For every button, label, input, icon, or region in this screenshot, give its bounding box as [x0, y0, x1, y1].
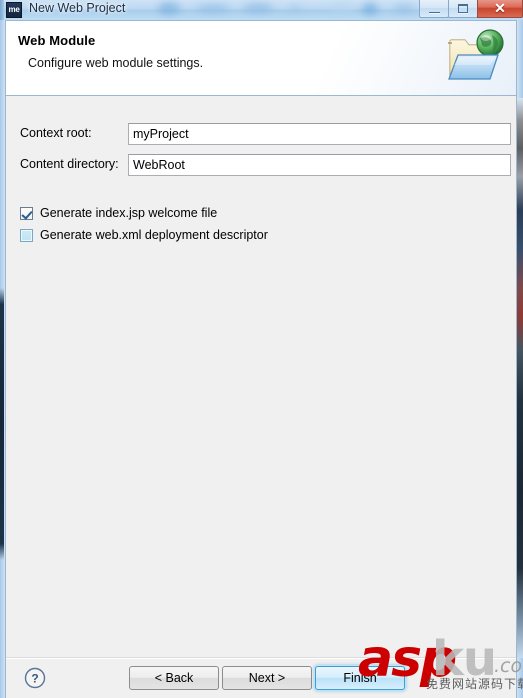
- field-row-context-root: Context root:: [6, 123, 516, 145]
- back-button[interactable]: < Back: [129, 666, 219, 690]
- finish-button[interactable]: Finish: [315, 666, 405, 690]
- glass-reflection: [243, 3, 273, 13]
- checkbox-unchecked-icon[interactable]: [20, 228, 33, 242]
- glass-reflection: [196, 4, 230, 13]
- title-bar[interactable]: me New Web Project ✕: [0, 0, 523, 20]
- content-directory-label: Content directory:: [20, 157, 119, 171]
- next-button[interactable]: Next >: [222, 666, 312, 690]
- checkbox-label: Generate index.jsp welcome file: [40, 206, 218, 220]
- checkbox-checked-icon[interactable]: [20, 206, 33, 220]
- content-directory-input[interactable]: [128, 154, 511, 176]
- svg-text:?: ?: [31, 672, 38, 686]
- close-icon: ✕: [494, 0, 506, 16]
- title-bar-left-edge: [0, 0, 4, 20]
- checkbox-generate-web-xml[interactable]: Generate web.xml deployment descriptor: [20, 227, 268, 243]
- checkbox-label: Generate web.xml deployment descriptor: [40, 228, 268, 242]
- window-title: New Web Project: [29, 1, 126, 15]
- window-controls: ✕: [419, 0, 523, 19]
- minimize-icon: [428, 9, 440, 13]
- wizard-footer: ? < Back Next > Finish: [6, 657, 516, 698]
- field-row-content-directory: Content directory:: [6, 154, 516, 176]
- help-icon[interactable]: ?: [24, 667, 46, 689]
- glass-reflection: [393, 4, 415, 13]
- checkbox-generate-index-jsp[interactable]: Generate index.jsp welcome file: [20, 205, 217, 221]
- context-root-input[interactable]: [128, 123, 511, 145]
- app-icon: me: [6, 2, 22, 18]
- page-subtitle: Configure web module settings.: [28, 56, 204, 70]
- close-button[interactable]: ✕: [477, 0, 523, 18]
- wizard-header: Web Module Configure web module settings…: [6, 21, 516, 96]
- glass-reflection: [362, 3, 378, 15]
- context-root-label: Context root:: [20, 126, 92, 140]
- background-window-edge-left: [0, 288, 4, 560]
- glass-reflection: [328, 2, 354, 14]
- wizard-body: Context root: Content directory: Generat…: [6, 97, 516, 656]
- background-window-edge-right: [517, 98, 523, 658]
- glass-reflection: [158, 2, 180, 15]
- dialog-window: me New Web Project ✕ Web Module Configur…: [0, 0, 523, 698]
- wizard-dialog: Web Module Configure web module settings…: [5, 20, 517, 698]
- glass-reflection: [288, 5, 302, 13]
- maximize-button[interactable]: [448, 0, 478, 18]
- web-folder-globe-icon: [448, 29, 504, 80]
- page-title: Web Module: [18, 33, 96, 48]
- maximize-icon: [458, 3, 468, 13]
- minimize-button[interactable]: [419, 0, 449, 18]
